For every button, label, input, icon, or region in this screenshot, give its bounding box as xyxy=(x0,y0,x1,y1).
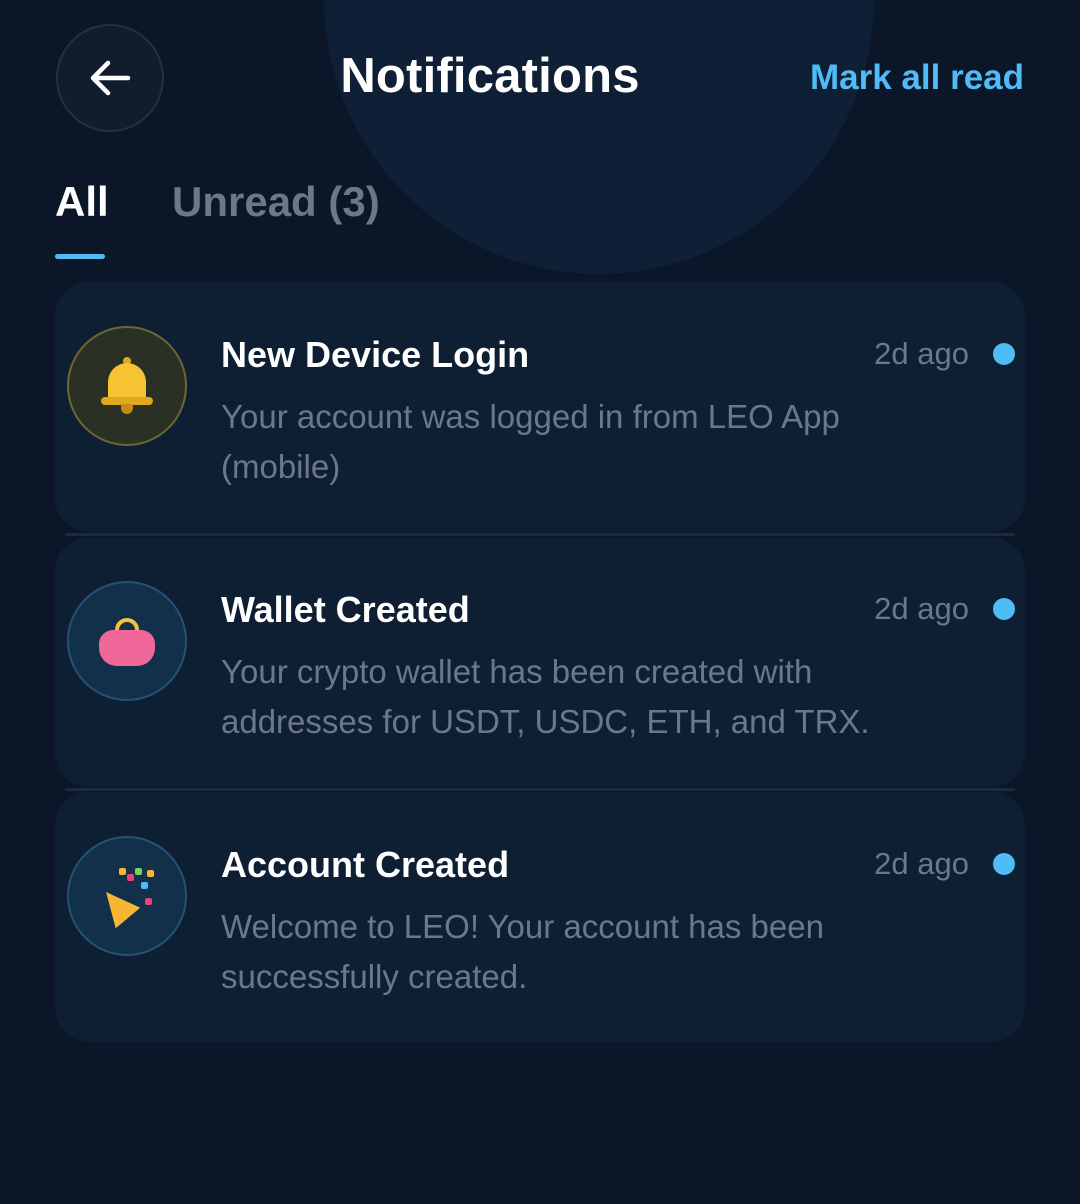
notification-time: 2d ago xyxy=(874,336,969,371)
notification-body: Welcome to LEO! Your account has been su… xyxy=(221,908,824,995)
tab-unread[interactable]: Unread (3) xyxy=(172,178,380,226)
notifications-screen: Notifications Mark all read All Unread (… xyxy=(0,0,1080,1204)
unread-indicator xyxy=(993,598,1015,620)
notification-item[interactable]: New Device Login 2d ago Your account was… xyxy=(55,282,1025,532)
notification-title: Wallet Created xyxy=(221,589,470,630)
notification-time: 2d ago xyxy=(874,846,969,881)
mark-all-read-button[interactable]: Mark all read xyxy=(810,58,1024,98)
notification-body: Your crypto wallet has been created with… xyxy=(221,653,870,740)
active-tab-indicator xyxy=(55,254,105,259)
header: Notifications Mark all read xyxy=(0,0,1080,160)
divider xyxy=(65,788,1015,791)
notification-time: 2d ago xyxy=(874,591,969,626)
notification-list: New Device Login 2d ago Your account was… xyxy=(55,282,1025,1047)
tab-bar: All Unread (3) xyxy=(55,178,1025,262)
bell-icon xyxy=(67,326,187,446)
notification-item[interactable]: Account Created 2d ago Welcome to LEO! Y… xyxy=(55,792,1025,1042)
unread-indicator xyxy=(993,853,1015,875)
notification-title: Account Created xyxy=(221,844,510,885)
purse-icon xyxy=(67,581,187,701)
notification-title: New Device Login xyxy=(221,334,530,375)
notification-item[interactable]: Wallet Created 2d ago Your crypto wallet… xyxy=(55,537,1025,787)
tab-all[interactable]: All xyxy=(55,178,109,226)
unread-indicator xyxy=(993,343,1015,365)
notification-body: Your account was logged in from LEO App … xyxy=(221,398,840,485)
party-popper-icon xyxy=(67,836,187,956)
divider xyxy=(65,533,1015,536)
